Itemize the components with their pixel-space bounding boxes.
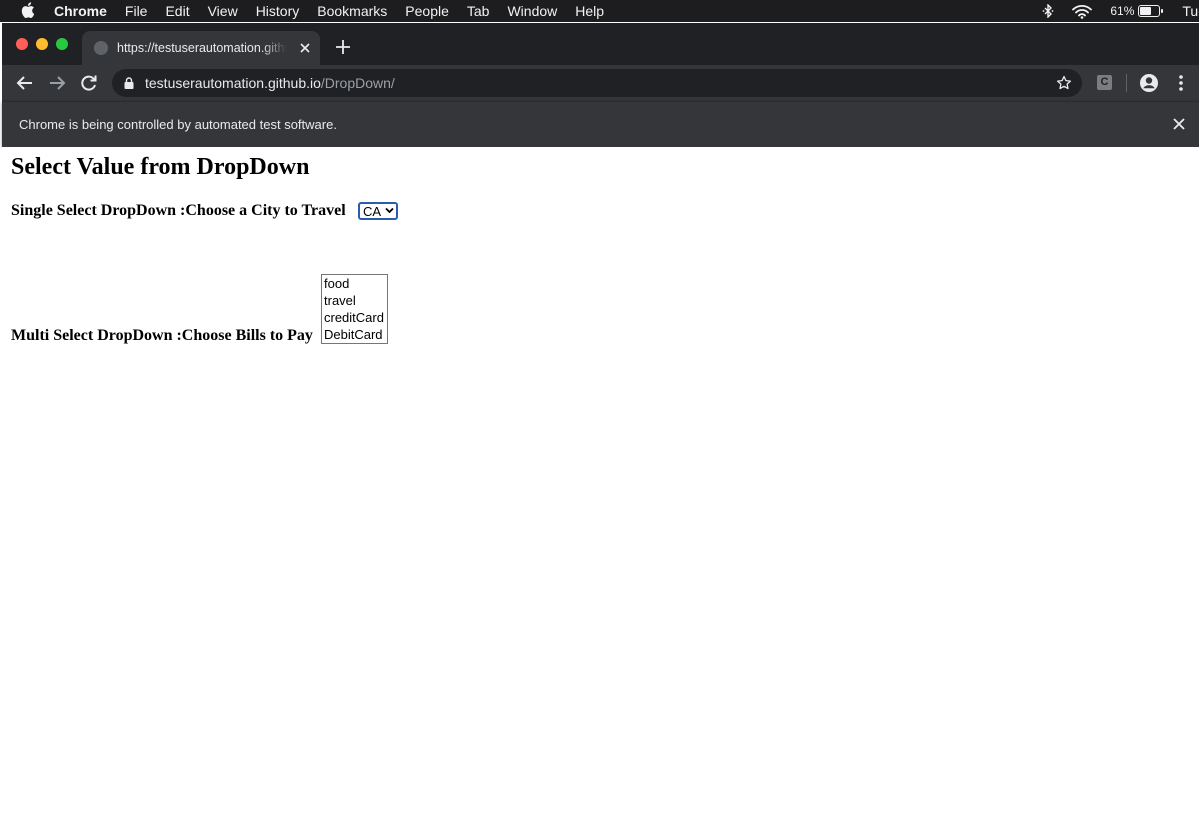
chevron-down-icon (385, 207, 394, 214)
battery-percent: 61% (1110, 4, 1135, 18)
tab-title: https://testuserautomation.github.io/Dro… (117, 41, 287, 55)
multi-select-label: Multi Select DropDown :Choose Bills to P… (11, 327, 313, 344)
lock-icon[interactable] (124, 77, 134, 89)
multi-option-creditcard[interactable]: creditCard (324, 309, 384, 326)
menu-items: Chrome File Edit View History Bookmarks … (54, 0, 622, 22)
page-title: Select Value from DropDown (11, 154, 310, 180)
url-host: testuserautomation.github.io (145, 75, 321, 91)
url-text: testuserautomation.github.io/DropDown/ (145, 75, 395, 91)
menu-help[interactable]: Help (575, 3, 604, 19)
menu-file[interactable]: File (125, 3, 148, 19)
menu-view[interactable]: View (208, 3, 238, 19)
active-tab[interactable]: https://testuserautomation.github.io/Dro… (82, 31, 320, 65)
toolbar-divider (1126, 74, 1127, 92)
single-select-label: Single Select DropDown :Choose a City to… (11, 202, 346, 219)
menu-app-name[interactable]: Chrome (54, 3, 107, 19)
forward-arrow-icon[interactable] (47, 73, 67, 93)
globe-icon (94, 41, 108, 55)
multi-option-travel[interactable]: travel (324, 292, 356, 309)
automation-infobar: Chrome is being controlled by automated … (2, 101, 1199, 147)
status-area: 61% Tue (1024, 0, 1199, 22)
menu-tab[interactable]: Tab (467, 3, 490, 19)
multi-option-food[interactable]: food (324, 275, 349, 292)
back-arrow-icon[interactable] (15, 73, 35, 93)
battery-status[interactable]: 61% (1110, 4, 1164, 18)
address-bar[interactable]: testuserautomation.github.io/DropDown/ (112, 69, 1082, 97)
multi-option-debitcard[interactable]: DebitCard (324, 326, 383, 343)
menu-people[interactable]: People (405, 3, 449, 19)
browser-window: https://testuserautomation.github.io/Dro… (2, 23, 1199, 835)
apple-icon[interactable] (19, 1, 35, 19)
menu-history[interactable]: History (256, 3, 300, 19)
wifi-icon[interactable] (1072, 4, 1093, 19)
bluetooth-icon[interactable] (1042, 4, 1054, 18)
window-close-button[interactable] (16, 38, 28, 50)
browser-toolbar: testuserautomation.github.io/DropDown/ C (2, 65, 1199, 101)
bookmark-star-icon[interactable] (1056, 75, 1072, 91)
city-select-dropdown[interactable]: CA (358, 202, 398, 220)
url-path: /DropDown/ (320, 75, 395, 91)
tab-strip: https://testuserautomation.github.io/Dro… (2, 23, 1199, 65)
window-maximize-button[interactable] (56, 38, 68, 50)
more-menu-icon[interactable] (1174, 73, 1188, 93)
macos-menu-bar: Chrome File Edit View History Bookmarks … (0, 0, 1199, 22)
battery-icon (1138, 5, 1164, 17)
menu-clock[interactable]: Tue (1182, 3, 1199, 19)
window-minimize-button[interactable] (36, 38, 48, 50)
menu-edit[interactable]: Edit (165, 3, 189, 19)
profile-avatar-icon[interactable] (1139, 73, 1159, 93)
new-tab-icon[interactable] (335, 39, 351, 55)
menu-bookmarks[interactable]: Bookmarks (317, 3, 387, 19)
extension-c-icon[interactable]: C (1097, 75, 1112, 90)
menu-window[interactable]: Window (507, 3, 557, 19)
bills-multi-select[interactable]: food travel creditCard DebitCard (321, 274, 388, 344)
infobar-close-icon[interactable] (1172, 117, 1186, 131)
page-content: Select Value from DropDown Single Select… (2, 147, 1199, 835)
tab-close-icon[interactable] (298, 41, 312, 55)
city-select-value: CA (363, 204, 382, 219)
infobar-message: Chrome is being controlled by automated … (19, 117, 337, 132)
reload-icon[interactable] (79, 73, 99, 93)
